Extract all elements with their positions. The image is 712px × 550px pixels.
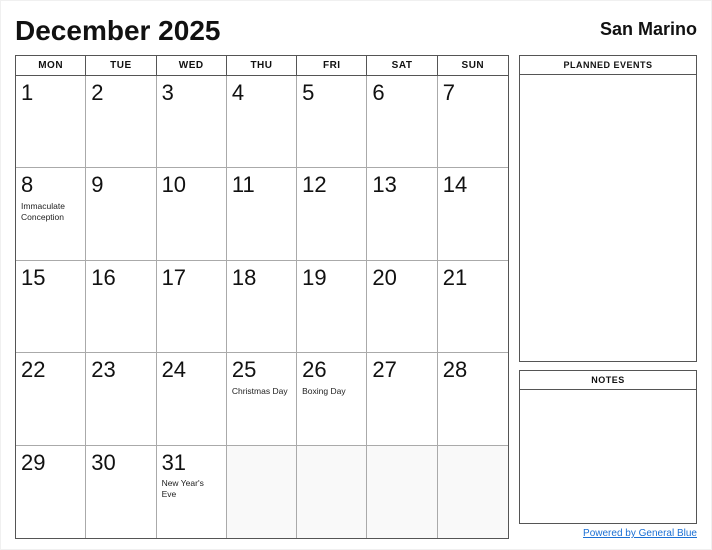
day-cell-1: 1 (16, 76, 86, 168)
day-cell-3: 3 (157, 76, 227, 168)
day-cell-8: 8 ImmaculateConception (16, 168, 86, 260)
day-cell-17: 17 (157, 261, 227, 353)
day-cell-26: 26 Boxing Day (297, 353, 367, 445)
notes-title: NOTES (520, 371, 696, 390)
month-year-title: December 2025 (15, 15, 220, 47)
day-cell-30: 30 (86, 446, 156, 538)
main-area: MON TUE WED THU FRI SAT SUN 1 2 3 4 5 6 … (15, 55, 697, 539)
header-tue: TUE (86, 56, 156, 75)
day-cell-29: 29 (16, 446, 86, 538)
day-cell-empty-4 (438, 446, 508, 538)
day-cell-4: 4 (227, 76, 297, 168)
planned-events-box: PLANNED EVENTS (519, 55, 697, 362)
day-cell-27: 27 (367, 353, 437, 445)
day-cell-2: 2 (86, 76, 156, 168)
header-sat: SAT (367, 56, 437, 75)
calendar-section: MON TUE WED THU FRI SAT SUN 1 2 3 4 5 6 … (15, 55, 509, 539)
day-cell-empty-3 (367, 446, 437, 538)
day-cell-24: 24 (157, 353, 227, 445)
calendar-page: December 2025 San Marino MON TUE WED THU… (1, 1, 711, 549)
day-cell-28: 28 (438, 353, 508, 445)
day-cell-12: 12 (297, 168, 367, 260)
header-fri: FRI (297, 56, 367, 75)
header: December 2025 San Marino (15, 15, 697, 47)
day-cell-20: 20 (367, 261, 437, 353)
day-cell-19: 19 (297, 261, 367, 353)
day-cell-10: 10 (157, 168, 227, 260)
day-cell-13: 13 (367, 168, 437, 260)
country-title: San Marino (600, 15, 697, 40)
notes-box: NOTES (519, 370, 697, 524)
powered-by-link[interactable]: Powered by General Blue (519, 528, 697, 539)
header-wed: WED (157, 56, 227, 75)
day-cell-14: 14 (438, 168, 508, 260)
day-cell-7: 7 (438, 76, 508, 168)
planned-events-title: PLANNED EVENTS (520, 56, 696, 75)
day-cell-21: 21 (438, 261, 508, 353)
day-cell-6: 6 (367, 76, 437, 168)
day-cell-15: 15 (16, 261, 86, 353)
planned-events-content (520, 75, 696, 361)
sidebar: PLANNED EVENTS NOTES Powered by General … (519, 55, 697, 539)
day-cell-31: 31 New Year'sEve (157, 446, 227, 538)
day-cell-empty-1 (227, 446, 297, 538)
day-headers: MON TUE WED THU FRI SAT SUN (16, 56, 508, 76)
day-cell-empty-2 (297, 446, 367, 538)
day-cell-11: 11 (227, 168, 297, 260)
header-mon: MON (16, 56, 86, 75)
day-cell-25: 25 Christmas Day (227, 353, 297, 445)
day-cell-9: 9 (86, 168, 156, 260)
header-thu: THU (227, 56, 297, 75)
day-cell-18: 18 (227, 261, 297, 353)
calendar-grid: 1 2 3 4 5 6 7 8 ImmaculateConception 9 1… (16, 76, 508, 538)
day-cell-22: 22 (16, 353, 86, 445)
header-sun: SUN (438, 56, 508, 75)
day-cell-16: 16 (86, 261, 156, 353)
sidebar-boxes: PLANNED EVENTS NOTES (519, 55, 697, 524)
day-cell-23: 23 (86, 353, 156, 445)
notes-content (520, 390, 696, 523)
day-cell-5: 5 (297, 76, 367, 168)
